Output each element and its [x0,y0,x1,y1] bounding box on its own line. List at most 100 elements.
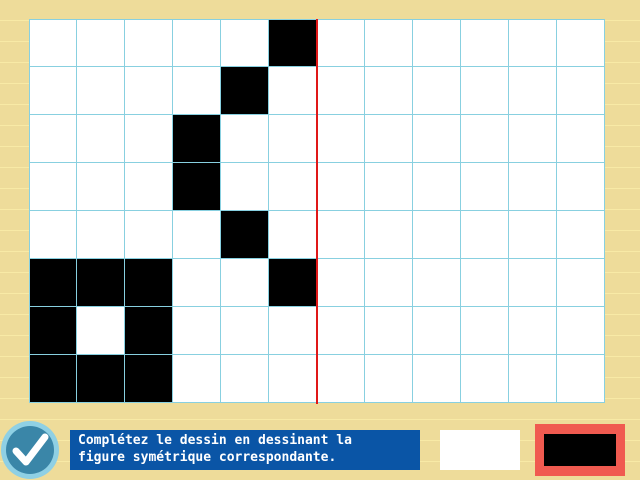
grid-cell[interactable] [557,211,605,259]
grid-cell[interactable] [29,355,77,403]
grid-cell[interactable] [173,115,221,163]
grid-cell[interactable] [221,19,269,67]
grid-cell[interactable] [173,259,221,307]
grid-cell[interactable] [77,163,125,211]
grid-cell[interactable] [125,115,173,163]
grid-cell[interactable] [29,115,77,163]
grid-cell[interactable] [29,259,77,307]
grid-cell[interactable] [509,115,557,163]
grid-cell[interactable] [365,67,413,115]
grid-cell[interactable] [77,115,125,163]
grid-cell[interactable] [173,67,221,115]
grid-cell[interactable] [365,115,413,163]
grid-cell[interactable] [221,163,269,211]
grid-cell[interactable] [77,67,125,115]
grid-cell[interactable] [557,355,605,403]
grid-cell[interactable] [413,307,461,355]
grid-cell[interactable] [125,307,173,355]
grid-cell[interactable] [77,355,125,403]
grid-cell[interactable] [77,211,125,259]
grid-cell[interactable] [221,67,269,115]
grid-cell[interactable] [77,19,125,67]
grid-cell[interactable] [461,307,509,355]
grid-cell[interactable] [365,163,413,211]
grid-cell[interactable] [509,355,557,403]
grid-cell[interactable] [413,67,461,115]
grid-cell[interactable] [269,163,317,211]
grid-cell[interactable] [269,19,317,67]
grid-cell[interactable] [317,259,365,307]
grid-cell[interactable] [173,307,221,355]
grid-cell[interactable] [173,19,221,67]
grid-cell[interactable] [461,115,509,163]
grid-cell[interactable] [557,259,605,307]
grid-cell[interactable] [269,115,317,163]
grid-cell[interactable] [509,259,557,307]
grid-cell[interactable] [269,355,317,403]
grid-cell[interactable] [125,163,173,211]
grid-cell[interactable] [29,211,77,259]
grid-cell[interactable] [461,211,509,259]
grid-cell[interactable] [461,19,509,67]
grid-cell[interactable] [509,19,557,67]
grid-cell[interactable] [461,355,509,403]
grid-cell[interactable] [413,115,461,163]
grid-cell[interactable] [509,163,557,211]
grid-cell[interactable] [365,19,413,67]
black-color-swatch[interactable] [535,424,625,476]
grid-cell[interactable] [269,259,317,307]
grid-cell[interactable] [317,307,365,355]
grid-cell[interactable] [29,307,77,355]
grid-cell[interactable] [317,163,365,211]
grid-cell[interactable] [557,115,605,163]
grid-cell[interactable] [557,67,605,115]
grid-cell[interactable] [173,211,221,259]
grid-cell[interactable] [413,259,461,307]
grid-cell[interactable] [317,67,365,115]
grid-cell[interactable] [125,67,173,115]
grid-cell[interactable] [509,307,557,355]
grid-cell[interactable] [509,67,557,115]
grid-cell[interactable] [365,355,413,403]
grid-cell[interactable] [125,211,173,259]
grid-cell[interactable] [557,307,605,355]
grid-cell[interactable] [221,307,269,355]
validate-button[interactable] [1,421,59,479]
grid-cell[interactable] [317,211,365,259]
grid-cell[interactable] [317,19,365,67]
grid-cell[interactable] [269,211,317,259]
grid-cell[interactable] [317,355,365,403]
grid-cell[interactable] [461,67,509,115]
grid-cell[interactable] [221,355,269,403]
grid-cell[interactable] [269,67,317,115]
grid-cell[interactable] [413,211,461,259]
validate-button-face [6,426,54,474]
grid-cell[interactable] [413,19,461,67]
white-color-swatch[interactable] [440,430,520,470]
grid-cell[interactable] [269,307,317,355]
grid-cell[interactable] [173,163,221,211]
grid-cell[interactable] [557,163,605,211]
grid-cell[interactable] [125,259,173,307]
grid-cell[interactable] [413,355,461,403]
grid-cell[interactable] [365,259,413,307]
grid-cell[interactable] [29,67,77,115]
grid-cell[interactable] [125,355,173,403]
grid-cell[interactable] [125,19,173,67]
grid-cell[interactable] [77,307,125,355]
grid-cell[interactable] [509,211,557,259]
grid-cell[interactable] [221,211,269,259]
grid-cell[interactable] [413,163,461,211]
grid-cell[interactable] [173,355,221,403]
grid-cell[interactable] [221,259,269,307]
grid-cell[interactable] [221,115,269,163]
grid-cell[interactable] [557,19,605,67]
grid-cell[interactable] [365,307,413,355]
grid-cell[interactable] [461,163,509,211]
grid-cell[interactable] [29,19,77,67]
grid-cell[interactable] [29,163,77,211]
grid-cell[interactable] [317,115,365,163]
grid-cell[interactable] [365,211,413,259]
grid-cell[interactable] [461,259,509,307]
grid-cell[interactable] [77,259,125,307]
